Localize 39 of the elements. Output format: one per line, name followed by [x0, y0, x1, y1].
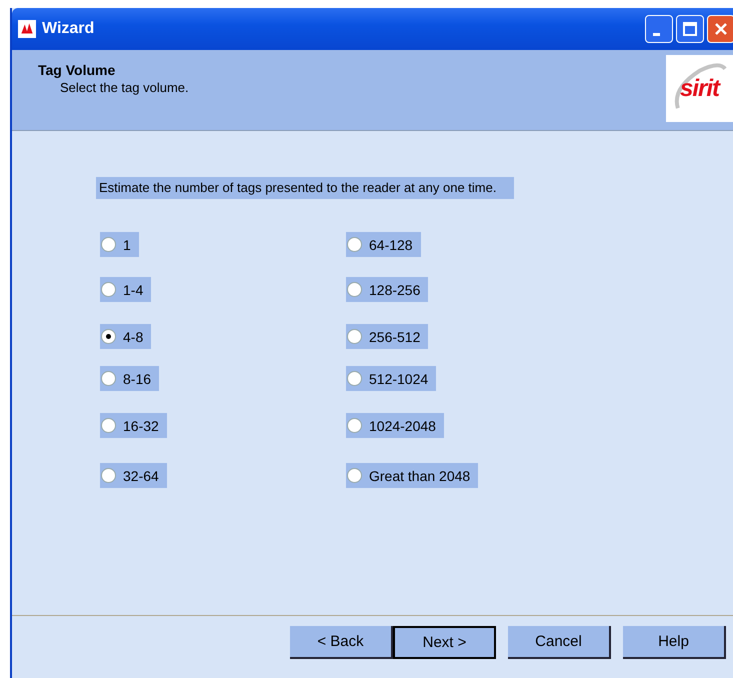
minimize-icon — [652, 32, 660, 36]
radio-button[interactable] — [101, 468, 116, 483]
radio-button[interactable] — [101, 329, 116, 344]
radio-button[interactable] — [101, 237, 116, 252]
wizard-button[interactable]: Help — [623, 626, 726, 659]
maximize-icon — [680, 19, 700, 39]
wizard-button[interactable]: < Back — [290, 626, 393, 659]
radio-option[interactable]: 4-8 — [100, 324, 152, 349]
radio-button[interactable] — [347, 329, 362, 344]
close-button[interactable] — [707, 15, 733, 43]
radio-option[interactable]: 32-64 — [100, 463, 167, 488]
radio-option[interactable]: 128-256 — [346, 277, 428, 302]
radio-button[interactable] — [101, 282, 116, 297]
step-title: Tag Volume — [38, 62, 116, 78]
radio-button[interactable] — [347, 237, 362, 252]
radio-option[interactable]: 1 — [100, 232, 139, 257]
question-text: Estimate the number of tags presented to the reader at any one time. — [96, 177, 514, 199]
maximize-button[interactable] — [676, 15, 704, 43]
radio-button[interactable] — [347, 418, 362, 433]
radio-button[interactable] — [101, 418, 116, 433]
radio-option[interactable]: 512-1024 — [346, 366, 436, 391]
radio-option[interactable]: 1024-2048 — [346, 413, 444, 438]
wizard-button[interactable]: Cancel — [508, 626, 611, 659]
radio-button[interactable] — [101, 371, 116, 386]
wizard-button[interactable]: Next > — [393, 626, 496, 659]
radio-option[interactable]: 256-512 — [346, 324, 428, 349]
radio-button[interactable] — [347, 282, 362, 297]
radio-option[interactable]: Great than 2048 — [346, 463, 478, 488]
radio-button[interactable] — [347, 468, 362, 483]
app-logo-icon — [18, 20, 36, 38]
step-subtitle: Select the tag volume. — [59, 80, 190, 95]
radio-option[interactable]: 16-32 — [100, 413, 167, 438]
radio-button[interactable] — [347, 371, 362, 386]
radio-option[interactable]: 64-128 — [346, 232, 421, 257]
radio-option[interactable]: 1-4 — [100, 277, 152, 302]
window-title: Wizard — [42, 20, 94, 38]
minimize-button[interactable] — [645, 15, 673, 43]
company-logo: sirit — [666, 55, 733, 122]
radio-option[interactable]: 8-16 — [100, 366, 160, 391]
